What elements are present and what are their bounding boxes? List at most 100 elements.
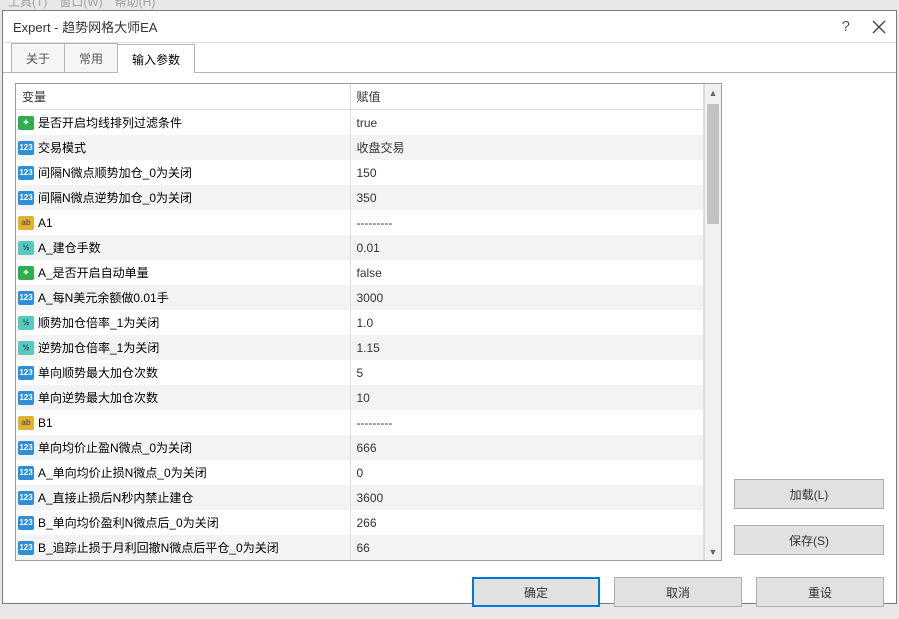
table-row[interactable]: 123单向顺势最大加仓次数5	[16, 360, 704, 385]
variable-value[interactable]: 66	[350, 535, 704, 560]
variable-name: 顺势加仓倍率_1为关闭	[38, 314, 159, 331]
str-type-icon: ab	[18, 216, 34, 230]
int-type-icon: 123	[18, 191, 34, 205]
scroll-down-icon[interactable]: ▼	[705, 543, 721, 560]
tab-0[interactable]: 关于	[11, 43, 65, 72]
variable-value[interactable]: true	[350, 110, 704, 136]
variable-value[interactable]: 0	[350, 460, 704, 485]
parent-window-menubar: 工具(T) 窗口(W) 帮助(H)	[0, 0, 899, 10]
variable-value[interactable]: 0.01	[350, 235, 704, 260]
menu-item[interactable]: 工具(T)	[8, 0, 47, 10]
variable-name: B_追踪止损于月利回撤N微点后平仓_0为关闭	[38, 539, 279, 556]
column-header-value[interactable]: 赋值	[350, 84, 704, 110]
bool-type-icon: ✦	[18, 116, 34, 130]
tab-2[interactable]: 输入参数	[117, 44, 195, 73]
content-row: 变量 赋值 ✦ 是否开启均线排列过滤条件 true 123 交易模式 收盘交易 123 间隔N…	[15, 83, 884, 561]
ok-button[interactable]: 确定	[472, 577, 600, 607]
table-row[interactable]: 123 A_单向均价止损N微点_0为关闭 0	[16, 460, 704, 485]
variable-name: 交易模式	[38, 139, 86, 156]
reset-button[interactable]: 重设	[756, 577, 884, 607]
expert-dialog: Expert - 趋势网格大师EA ? 关于常用输入参数 变量 赋值	[2, 10, 897, 604]
tab-bar: 关于常用输入参数	[3, 43, 896, 73]
table-row[interactable]: 123 单向逆势最大加仓次数 10	[16, 385, 704, 410]
close-icon[interactable]	[872, 20, 886, 34]
load-button[interactable]: 加载(L)	[734, 479, 884, 509]
table-row[interactable]: 123A_直接止损后N秒内禁止建仓3600	[16, 485, 704, 510]
table-row[interactable]: ✦ A_是否开启自动单量 false	[16, 260, 704, 285]
variable-name: 单向均价止盈N微点_0为关闭	[38, 439, 192, 456]
table-row[interactable]: ½顺势加仓倍率_1为关闭1.0	[16, 310, 704, 335]
table-row[interactable]: 123 单向均价止盈N微点_0为关闭 666	[16, 435, 704, 460]
scroll-up-icon[interactable]: ▲	[705, 84, 721, 101]
int-type-icon: 123	[18, 516, 34, 530]
variable-value[interactable]: ---------	[350, 410, 704, 435]
int-type-icon: 123	[18, 541, 34, 555]
dialog-content: 变量 赋值 ✦ 是否开启均线排列过滤条件 true 123 交易模式 收盘交易 123 间隔N…	[3, 73, 896, 567]
variable-value[interactable]: ---------	[350, 210, 704, 235]
parameters-grid[interactable]: 变量 赋值 ✦ 是否开启均线排列过滤条件 true 123 交易模式 收盘交易 123 间隔N…	[16, 84, 704, 560]
variable-name: B_单向均价盈利N微点后_0为关闭	[38, 514, 219, 531]
table-row[interactable]: 123 B_单向均价盈利N微点后_0为关闭 266	[16, 510, 704, 535]
bool-type-icon: ✦	[18, 266, 34, 280]
int-type-icon: 123	[18, 166, 34, 180]
table-row[interactable]: ab A1 ---------	[16, 210, 704, 235]
int-type-icon: 123	[18, 441, 34, 455]
variable-value[interactable]: 3000	[350, 285, 704, 310]
str-type-icon: ab	[18, 416, 34, 430]
variable-value[interactable]: false	[350, 260, 704, 285]
variable-value[interactable]: 10	[350, 385, 704, 410]
variable-value[interactable]: 1.0	[350, 310, 704, 335]
table-row[interactable]: ✦ 是否开启均线排列过滤条件 true	[16, 110, 704, 136]
variable-name: A_建仓手数	[38, 239, 101, 256]
dbl-type-icon: ½	[18, 341, 34, 355]
variable-name: 间隔N微点顺势加仓_0为关闭	[38, 164, 192, 181]
cancel-button[interactable]: 取消	[614, 577, 742, 607]
table-row[interactable]: ab B1 ---------	[16, 410, 704, 435]
dialog-title: Expert - 趋势网格大师EA	[13, 17, 157, 36]
table-row[interactable]: 123 B_追踪止损于月利回撤N微点后平仓_0为关闭 66	[16, 535, 704, 560]
parameters-grid-wrap: 变量 赋值 ✦ 是否开启均线排列过滤条件 true 123 交易模式 收盘交易 123 间隔N…	[15, 83, 722, 561]
column-header-variable[interactable]: 变量	[16, 84, 350, 110]
dialog-titlebar: Expert - 趋势网格大师EA ?	[3, 11, 896, 43]
variable-value[interactable]: 666	[350, 435, 704, 460]
table-row[interactable]: 123 间隔N微点逆势加仓_0为关闭 350	[16, 185, 704, 210]
menu-item[interactable]: 帮助(H)	[115, 0, 156, 10]
variable-name: A_直接止损后N秒内禁止建仓	[38, 489, 193, 506]
variable-name: 间隔N微点逆势加仓_0为关闭	[38, 189, 192, 206]
dialog-footer: 确定 取消 重设	[3, 567, 896, 619]
table-row[interactable]: 123 间隔N微点顺势加仓_0为关闭 150	[16, 160, 704, 185]
help-button[interactable]: ?	[842, 18, 850, 35]
table-row[interactable]: 123 交易模式 收盘交易	[16, 135, 704, 160]
variable-name: A_单向均价止损N微点_0为关闭	[38, 464, 207, 481]
variable-name: 单向逆势最大加仓次数	[38, 389, 158, 406]
variable-name: 是否开启均线排列过滤条件	[38, 114, 182, 131]
tab-1[interactable]: 常用	[64, 43, 118, 72]
int-type-icon: 123	[18, 141, 34, 155]
title-controls: ?	[842, 18, 886, 35]
variable-value[interactable]: 150	[350, 160, 704, 185]
parameters-table: 变量 赋值 ✦ 是否开启均线排列过滤条件 true 123 交易模式 收盘交易 123 间隔N…	[16, 84, 704, 560]
variable-name: B1	[38, 416, 53, 430]
variable-name: A_每N美元余额做0.01手	[38, 289, 169, 306]
variable-value[interactable]: 3600	[350, 485, 704, 510]
int-type-icon: 123	[18, 466, 34, 480]
side-button-column: 加载(L) 保存(S)	[734, 83, 884, 561]
variable-value[interactable]: 266	[350, 510, 704, 535]
scroll-thumb[interactable]	[707, 104, 719, 224]
variable-name: A1	[38, 216, 53, 230]
int-type-icon: 123	[18, 291, 34, 305]
table-row[interactable]: 123 A_每N美元余额做0.01手 3000	[16, 285, 704, 310]
table-row[interactable]: ½A_建仓手数0.01	[16, 235, 704, 260]
variable-name: 逆势加仓倍率_1为关闭	[38, 339, 159, 356]
save-button[interactable]: 保存(S)	[734, 525, 884, 555]
int-type-icon: 123	[18, 366, 34, 380]
vertical-scrollbar[interactable]: ▲ ▼	[704, 84, 721, 560]
int-type-icon: 123	[18, 391, 34, 405]
table-row[interactable]: ½ 逆势加仓倍率_1为关闭 1.15	[16, 335, 704, 360]
menu-item[interactable]: 窗口(W)	[59, 0, 102, 10]
variable-name: A_是否开启自动单量	[38, 264, 149, 281]
variable-value[interactable]: 收盘交易	[350, 135, 704, 160]
variable-value[interactable]: 5	[350, 360, 704, 385]
variable-value[interactable]: 1.15	[350, 335, 704, 360]
variable-value[interactable]: 350	[350, 185, 704, 210]
